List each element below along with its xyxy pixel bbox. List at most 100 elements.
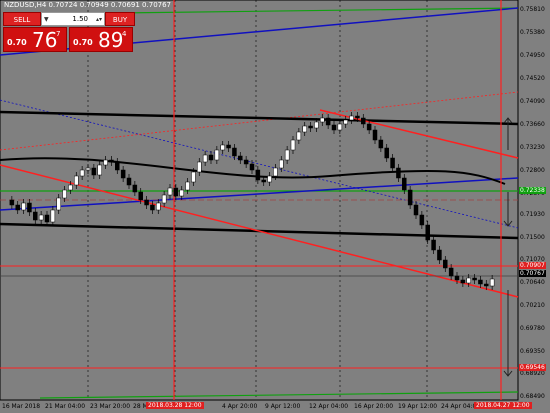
y-tick-label: 0.74950 — [520, 52, 545, 59]
channel-line-black — [0, 110, 519, 126]
y-tick-label: 0.74090 — [520, 98, 545, 105]
candle-body — [208, 154, 214, 161]
price-chart[interactable] — [0, 0, 550, 413]
x-tick-label: 4 Apr 20:00 — [222, 403, 258, 410]
x-tick-label: 21 Mar 04:00 — [45, 403, 86, 410]
candle-body — [460, 279, 466, 284]
candle-body — [261, 179, 266, 183]
candle-body — [115, 161, 120, 171]
candle-body — [15, 204, 20, 211]
y-tick-label: 0.68920 — [520, 370, 545, 377]
y-tick-label: 0.71500 — [520, 234, 545, 241]
sell-price-fraction: 7 — [56, 30, 61, 38]
y-tick-label: 0.73660 — [520, 121, 545, 128]
candle-body — [33, 211, 38, 221]
lot-size-field[interactable]: ▼ 1.50 ▴▾ — [41, 12, 105, 26]
y-tick-label: 0.75810 — [520, 6, 545, 13]
candle-body — [44, 214, 50, 223]
buy-price-prefix: 0.70 — [73, 38, 93, 47]
candle-body — [349, 115, 354, 121]
candle-body — [74, 175, 79, 186]
y-tick-label: 0.73230 — [520, 144, 545, 151]
candle-body — [103, 159, 108, 166]
candle-body — [466, 277, 471, 284]
candle-body — [50, 209, 56, 223]
candle-body — [220, 144, 225, 151]
candle-body — [27, 202, 32, 213]
candle-body — [296, 131, 302, 141]
chart-title: NZDUSD,H4 0.70724 0.70949 0.70691 0.7076… — [4, 1, 172, 9]
candle-body — [214, 149, 220, 161]
candle-body — [396, 167, 401, 179]
y-tick-label: 0.72800 — [520, 167, 545, 174]
current-price-tag: 0.70767 — [519, 270, 546, 277]
x-tick-label: 16 Mar 2018 — [2, 403, 41, 410]
candle-body — [337, 123, 343, 131]
candle-body — [361, 117, 366, 125]
candle-body — [331, 124, 337, 131]
candle-body — [238, 155, 243, 161]
candle-body — [202, 154, 208, 163]
x-tick-label: 19 Apr 12:00 — [398, 403, 438, 410]
time-tag-vertical-line: 2018.04.27 12:00 — [474, 402, 532, 409]
x-tick-label: 9 Apr 12:00 — [265, 403, 301, 410]
candle-body — [443, 259, 448, 269]
sell-price-prefix: 0.70 — [7, 38, 27, 47]
candle-body — [109, 159, 114, 163]
candle-body — [478, 279, 483, 285]
candle-body — [343, 119, 348, 125]
candle-body — [91, 167, 97, 176]
candle-body — [279, 159, 284, 169]
candle-body — [126, 177, 132, 186]
candle-body — [85, 167, 91, 171]
candle-body — [419, 214, 425, 226]
candle-body — [472, 277, 477, 281]
candle-body — [302, 125, 307, 133]
buy-price-fraction: 4 — [122, 30, 127, 38]
y-tick-label: 0.69350 — [520, 348, 545, 355]
candle-body — [232, 147, 237, 157]
candle-body — [97, 164, 102, 176]
price-tag-red: 0.70907 — [519, 262, 546, 269]
y-tick-label: 0.70640 — [520, 279, 545, 286]
candle-body — [185, 181, 190, 191]
candle-body — [161, 194, 167, 204]
lot-size-value[interactable]: 1.50 — [72, 13, 88, 26]
candle-body — [21, 202, 26, 211]
price-tag-red-low: 0.69546 — [519, 364, 546, 371]
candle-body — [489, 278, 495, 287]
candle-body — [138, 191, 143, 201]
one-click-trading-panel: SELL ▼ 1.50 ▴▾ BUY 0.70 76 7 0.70 89 4 — [3, 12, 135, 52]
y-tick-label: 0.75380 — [520, 29, 545, 36]
candle-body — [431, 239, 436, 251]
candle-body — [437, 249, 442, 261]
candle-body — [267, 175, 272, 183]
sell-price-pips: 76 — [32, 28, 58, 52]
candle-body — [325, 117, 331, 126]
dropdown-arrow-icon[interactable]: ▼ — [44, 13, 49, 26]
price-tag-green: 0.72338 — [519, 187, 546, 194]
candle-body — [314, 121, 319, 129]
candle-body — [273, 167, 278, 177]
candle-body — [9, 199, 15, 206]
chart-canvas[interactable] — [0, 0, 550, 413]
y-tick-label: 0.70210 — [520, 302, 545, 309]
candle-body — [56, 197, 61, 211]
candle-body — [378, 139, 384, 149]
candle-body — [425, 224, 430, 241]
candle-body — [355, 115, 360, 119]
candle-body — [79, 169, 85, 177]
buy-price-button[interactable]: 0.70 89 4 — [69, 27, 133, 52]
spin-arrows-icon[interactable]: ▴▾ — [96, 13, 102, 26]
trend-line-green — [39, 391, 519, 399]
candle-body — [390, 157, 395, 169]
candle-body — [484, 283, 489, 287]
sell-price-button[interactable]: 0.70 76 7 — [3, 27, 67, 52]
candle-body — [384, 147, 389, 159]
buy-button[interactable]: BUY — [105, 12, 135, 26]
sell-button[interactable]: SELL — [3, 12, 41, 26]
candle-body — [120, 169, 126, 179]
candle-body — [243, 159, 249, 165]
candle-body — [284, 149, 290, 161]
y-tick-label: 0.69780 — [520, 325, 545, 332]
